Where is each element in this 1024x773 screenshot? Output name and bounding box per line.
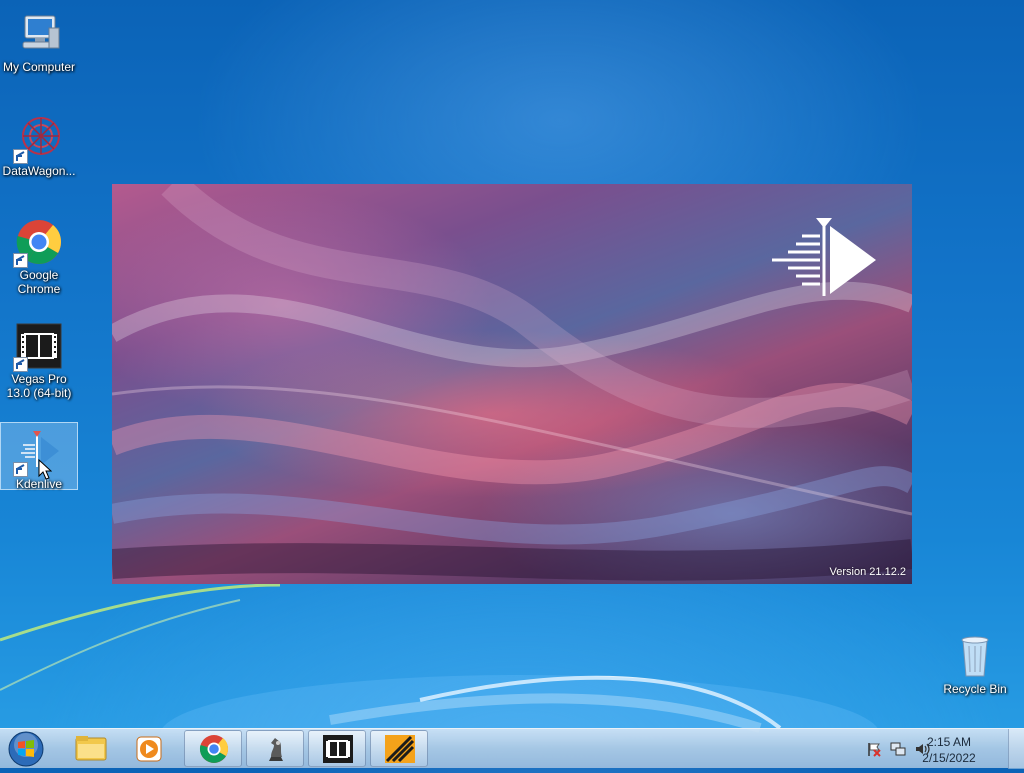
chess-icon [269, 738, 283, 761]
splash-version-label: Version 21.12.2 [829, 566, 906, 578]
taskbar-chess[interactable] [246, 730, 304, 767]
vegas-pro-icon [323, 735, 353, 763]
taskbar-media-player[interactable] [121, 730, 179, 767]
taskbar-kdenlive[interactable] [370, 730, 428, 767]
desktop-icon-label: DataWagon... [2, 164, 76, 178]
recycle-bin-icon [951, 632, 999, 680]
desktop-icon-vegas-pro[interactable]: Vegas Pro 13.0 (64-bit) [0, 316, 78, 400]
kdenlive-taskbar-icon [385, 735, 415, 763]
vegas-pro-icon [13, 322, 63, 372]
mouse-cursor-icon [38, 459, 52, 480]
windows-orb-icon [8, 731, 44, 767]
desktop-icon-label: Google Chrome [17, 268, 61, 296]
action-center-flag-icon[interactable] [866, 741, 882, 757]
chrome-icon [13, 218, 63, 268]
datawagon-icon [13, 114, 63, 164]
taskbar-chrome[interactable] [184, 730, 242, 767]
desktop-icon-google-chrome[interactable]: Google Chrome [0, 212, 78, 296]
desktop-icon-label: My Computer [2, 60, 76, 74]
taskbar-file-explorer[interactable] [62, 730, 120, 767]
taskbar-vegas-pro[interactable] [308, 730, 366, 767]
shortcut-arrow-icon [13, 357, 28, 372]
taskbar-clock[interactable]: 2:15 AM 2/15/2022 [914, 734, 984, 766]
desktop-icon-label: Vegas Pro 13.0 (64-bit) [6, 372, 72, 400]
kdenlive-splash-screen: Version 21.12.2 [112, 184, 912, 584]
desktop-icon-my-computer[interactable]: My Computer [0, 4, 78, 74]
clock-date: 2/15/2022 [922, 751, 976, 765]
desktop-icon-label: Recycle Bin [943, 682, 1007, 696]
desktop-icon-recycle-bin[interactable]: Recycle Bin [936, 626, 1014, 696]
shortcut-arrow-icon [13, 462, 28, 477]
taskbar: 2:15 AM 2/15/2022 [0, 728, 1024, 769]
show-desktop-button[interactable] [1008, 729, 1024, 769]
shortcut-arrow-icon [13, 253, 28, 268]
kdenlive-logo [772, 218, 876, 296]
computer-icon [15, 10, 63, 58]
start-button[interactable] [6, 730, 46, 768]
file-explorer-icon [75, 736, 107, 761]
media-player-icon [136, 736, 162, 762]
shortcut-arrow-icon [13, 149, 28, 164]
chrome-icon [199, 735, 229, 763]
desktop-icon-datawagon[interactable]: DataWagon... [0, 108, 78, 178]
clock-time: 2:15 AM [926, 735, 972, 749]
network-icon[interactable] [890, 741, 906, 757]
